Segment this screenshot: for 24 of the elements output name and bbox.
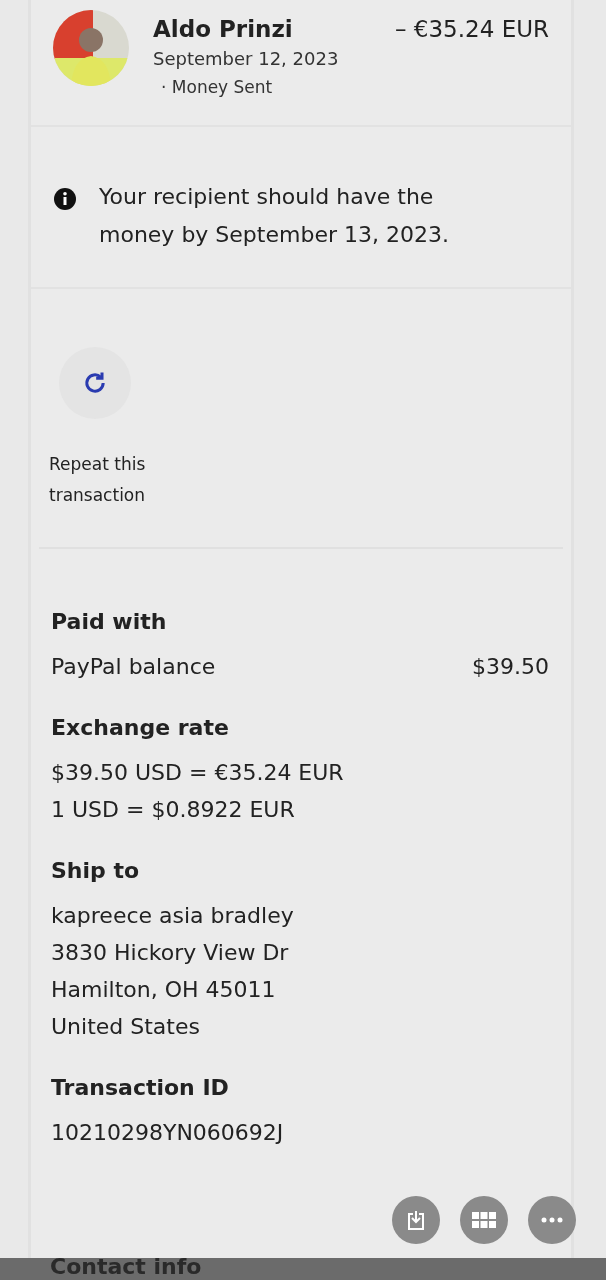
detail-line: 10210298YN060692J — [51, 1119, 285, 1147]
section-title: Transaction ID — [51, 1075, 230, 1100]
section-title: Contact info — [50, 1258, 202, 1280]
repeat-transaction-button[interactable]: Repeat this transaction — [49, 347, 146, 511]
info-icon — [53, 187, 77, 211]
detail-line: kapreece asia bradley — [51, 902, 295, 930]
transaction-status: · Money Sent — [161, 77, 274, 97]
section-title: Exchange rate — [51, 715, 230, 740]
recipient-name: Aldo Prinzi — [153, 16, 293, 42]
section-title: Ship to — [51, 858, 141, 883]
detail-line: $39.50 USD = €35.24 EUR — [51, 759, 345, 787]
section-title: Paid with — [51, 609, 168, 634]
more-icon — [541, 1217, 563, 1223]
grid-icon — [472, 1212, 496, 1228]
payment-amount: $39.50 — [472, 653, 549, 681]
download-icon — [406, 1209, 426, 1231]
amount: – €35.24 EUR — [395, 16, 549, 42]
transaction-date: September 12, 2023 — [153, 48, 340, 69]
detail-line: 3830 Hickory View Dr — [51, 939, 290, 967]
payment-method: PayPal balance — [51, 653, 216, 681]
delivery-notice: Your recipient should have the money by September 13, 2023. — [99, 183, 450, 249]
detail-line: 1 USD = $0.8922 EUR — [51, 796, 296, 824]
detail-line: Hamilton, OH 45011 — [51, 976, 277, 1004]
detail-line: United States — [51, 1013, 201, 1041]
